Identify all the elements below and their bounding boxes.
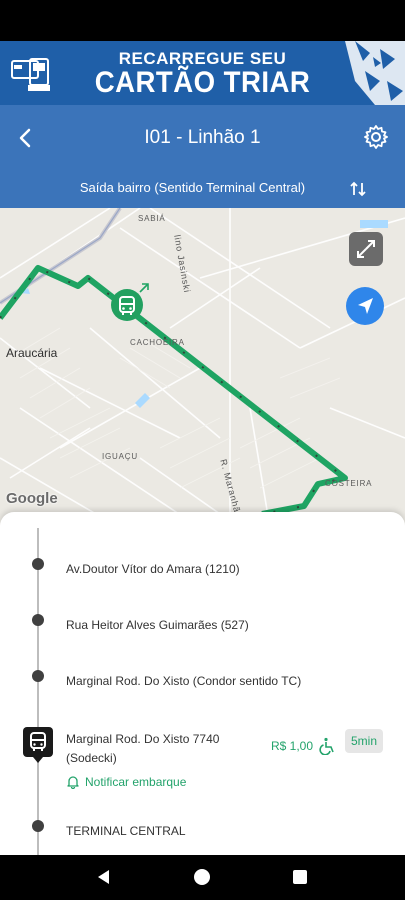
stop-name[interactable]: Av.Doutor Vítor do Amara (1210) [66, 562, 240, 576]
route-map[interactable]: SABIÁ CACHOEIRA IGUAÇU COSTEIRA Araucári… [0, 208, 405, 528]
stop-dot [32, 558, 44, 570]
stop-dot [32, 614, 44, 626]
arrow-back-icon[interactable] [12, 124, 40, 152]
eta-badge: 5min [345, 729, 383, 753]
stop-name[interactable]: Rua Heitor Alves Guimarães (527) [66, 618, 249, 632]
fare-price: R$ 1,00 [271, 739, 314, 753]
promo-banner[interactable]: RECARREGUE SEU CARTÃO TRIAR [0, 41, 405, 105]
map-label-costeira: COSTEIRA [325, 479, 373, 488]
bell-icon [67, 776, 79, 789]
system-nav-bar [0, 855, 405, 900]
map-label-araucaria: Araucária [6, 346, 58, 360]
fullscreen-icon[interactable] [349, 232, 383, 266]
direction-bar: Saída bairro (Sentido Terminal Central) [0, 171, 405, 208]
bus-direction-icon [139, 283, 149, 293]
nav-home-icon[interactable] [193, 868, 211, 886]
navigation-arrow-icon[interactable] [346, 287, 384, 325]
direction-label[interactable]: Saída bairro (Sentido Terminal Central) [40, 180, 345, 195]
notify-label: Notificar embarque [85, 775, 187, 789]
wheelchair-icon [319, 737, 334, 755]
gear-icon[interactable] [363, 124, 389, 150]
swap-vertical-icon[interactable] [349, 180, 367, 198]
stop-dot [32, 670, 44, 682]
current-bus-badge [23, 727, 53, 763]
timeline-line [37, 528, 39, 855]
google-attribution: Google [6, 490, 58, 507]
nav-back-icon[interactable] [95, 868, 113, 886]
status-bar [0, 0, 405, 41]
page-title: I01 - Linhão 1 [144, 127, 261, 148]
bus-icon [30, 732, 46, 751]
current-stop-name[interactable]: Marginal Rod. Do Xisto 7740 (Sodecki) [66, 730, 256, 768]
terminal-stop-name[interactable]: TERMINAL CENTRAL [66, 824, 186, 838]
stop-dot [32, 820, 44, 832]
nav-recents-icon[interactable] [291, 868, 309, 886]
banner-decoration [345, 41, 405, 105]
map-label-cachoeira: CACHOEIRA [130, 338, 185, 347]
map-label-sabia: SABIÁ [138, 214, 166, 223]
stop-name[interactable]: Marginal Rod. Do Xisto (Condor sentido T… [66, 674, 301, 688]
app-bar: I01 - Linhão 1 [0, 105, 405, 171]
map-label-iguacu: IGUAÇU [102, 452, 138, 461]
